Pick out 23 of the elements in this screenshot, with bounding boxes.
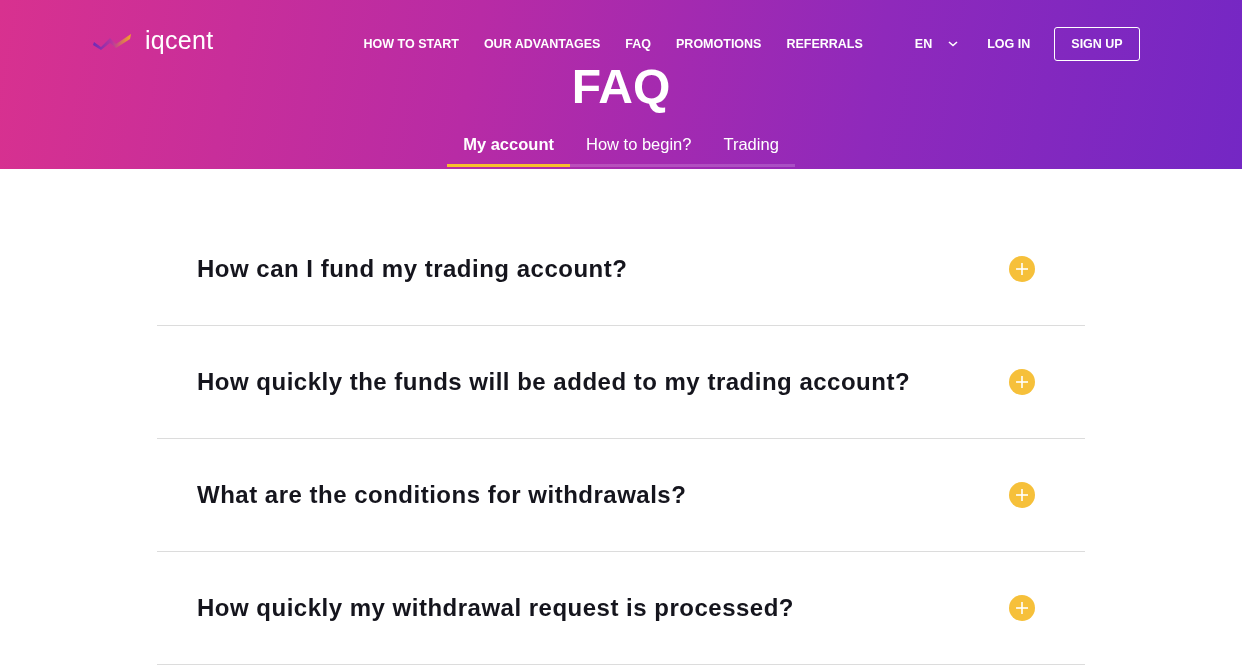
tab[interactable]: Trading <box>707 128 795 167</box>
tab[interactable]: My account <box>447 128 570 167</box>
tab[interactable]: How to begin? <box>569 128 708 167</box>
page-title: FAQ <box>571 61 671 113</box>
plus-circle-icon[interactable] <box>1009 369 1035 395</box>
plus-circle-icon[interactable] <box>1009 256 1035 282</box>
faq-question[interactable]: How quickly my withdrawal request is processed? <box>197 594 794 622</box>
login-link[interactable]: LOG IN <box>987 36 1031 51</box>
signup-button[interactable]: SIGN UP <box>1054 26 1140 61</box>
nav-link[interactable]: FAQ <box>625 36 652 51</box>
faq-question[interactable]: How can I fund my trading account? <box>197 255 628 283</box>
faq-question[interactable]: How quickly the funds will be added to my trading account? <box>197 368 911 396</box>
nav-link[interactable]: REFERRALS <box>786 36 863 51</box>
faq-question[interactable]: What are the conditions for withdrawals? <box>197 481 687 509</box>
logo-wordmark[interactable]: iqcent <box>145 26 214 55</box>
plus-circle-icon[interactable] <box>1009 482 1035 508</box>
plus-circle-icon[interactable] <box>1009 595 1035 621</box>
nav-link[interactable]: PROMOTIONS <box>676 36 762 51</box>
nav-link[interactable]: OUR ADVANTAGES <box>483 36 601 51</box>
nav-link[interactable]: HOW TO START <box>363 36 459 51</box>
language-selector[interactable]: EN <box>914 36 959 51</box>
zigzag-logo-icon <box>93 31 133 50</box>
chevron-down-icon <box>948 40 959 47</box>
